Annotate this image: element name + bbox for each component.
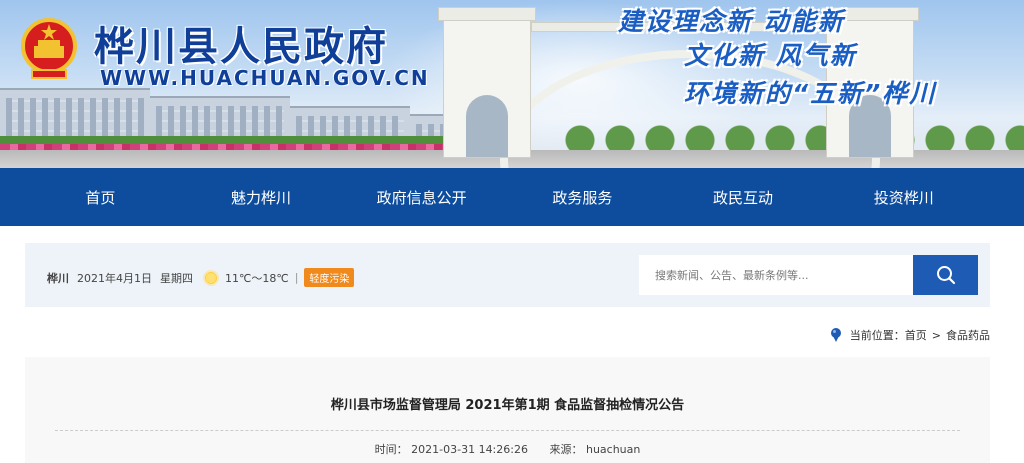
slogan-line-3: 环境新的“五新”桦川 bbox=[684, 79, 937, 108]
breadcrumb: 当前位置： 首页 > 食品药品 bbox=[830, 327, 990, 343]
national-emblem-icon bbox=[21, 18, 77, 79]
separator: | bbox=[294, 271, 299, 284]
main-nav: 首页 魅力桦川 政府信息公开 政务服务 政民互动 投资桦川 bbox=[0, 168, 1024, 226]
pollution-badge: 轻度污染 bbox=[304, 268, 355, 287]
breadcrumb-separator: > bbox=[931, 328, 941, 342]
source-value: huachuan bbox=[585, 443, 641, 456]
nav-item-investment[interactable]: 投资桦川 bbox=[823, 187, 984, 208]
location-pin-icon bbox=[830, 328, 841, 342]
site-url: WWW.HUACHUAN.GOV.CN bbox=[100, 66, 430, 90]
location-label: 桦川 bbox=[47, 271, 69, 285]
time-label: 时间： bbox=[374, 443, 408, 456]
search-icon bbox=[936, 266, 955, 285]
nav-item-interaction[interactable]: 政民互动 bbox=[663, 187, 824, 208]
article-divider bbox=[55, 430, 960, 431]
header-banner: 桦川县人民政府 WWW.HUACHUAN.GOV.CN 建设理念新 动能新 文化… bbox=[0, 0, 1024, 168]
breadcrumb-category-link[interactable]: 食品药品 bbox=[946, 327, 990, 343]
banner-gate-pillar-left bbox=[438, 7, 536, 158]
search-button[interactable] bbox=[913, 255, 978, 295]
breadcrumb-home-link[interactable]: 首页 bbox=[905, 327, 927, 343]
nav-item-gov-info[interactable]: 政府信息公开 bbox=[341, 187, 502, 208]
date-weather-line: 桦川 2021年4月1日 星期四 11℃～18℃ | 轻度污染 bbox=[47, 268, 355, 287]
article-meta: 时间： 2021-03-31 14:26:26 来源： huachuan bbox=[25, 441, 990, 457]
slogan-line-1: 建设理念新 动能新 bbox=[618, 7, 845, 36]
breadcrumb-prefix: 当前位置： bbox=[849, 329, 905, 342]
time-value: 2021-03-31 14:26:26 bbox=[411, 443, 528, 456]
nav-item-charm[interactable]: 魅力桦川 bbox=[181, 187, 342, 208]
date-label: 2021年4月1日 bbox=[77, 271, 152, 285]
search-input[interactable] bbox=[639, 255, 913, 295]
article-container: 桦川县市场监督管理局 2021年第1期 食品监督抽检情况公告 时间： 2021-… bbox=[25, 357, 990, 463]
sun-icon bbox=[203, 269, 219, 286]
info-bar: 桦川 2021年4月1日 星期四 11℃～18℃ | 轻度污染 bbox=[25, 243, 990, 307]
article-title: 桦川县市场监督管理局 2021年第1期 食品监督抽检情况公告 bbox=[330, 398, 685, 413]
weekday-label: 星期四 bbox=[160, 271, 193, 285]
site-title: 桦川县人民政府 bbox=[94, 24, 388, 70]
nav-item-home[interactable]: 首页 bbox=[20, 187, 181, 208]
nav-item-services[interactable]: 政务服务 bbox=[502, 187, 663, 208]
source-label: 来源： bbox=[549, 443, 583, 456]
temperature-label: 11℃～18℃ bbox=[225, 271, 289, 285]
slogan-line-2: 文化新 风气新 bbox=[684, 41, 857, 70]
